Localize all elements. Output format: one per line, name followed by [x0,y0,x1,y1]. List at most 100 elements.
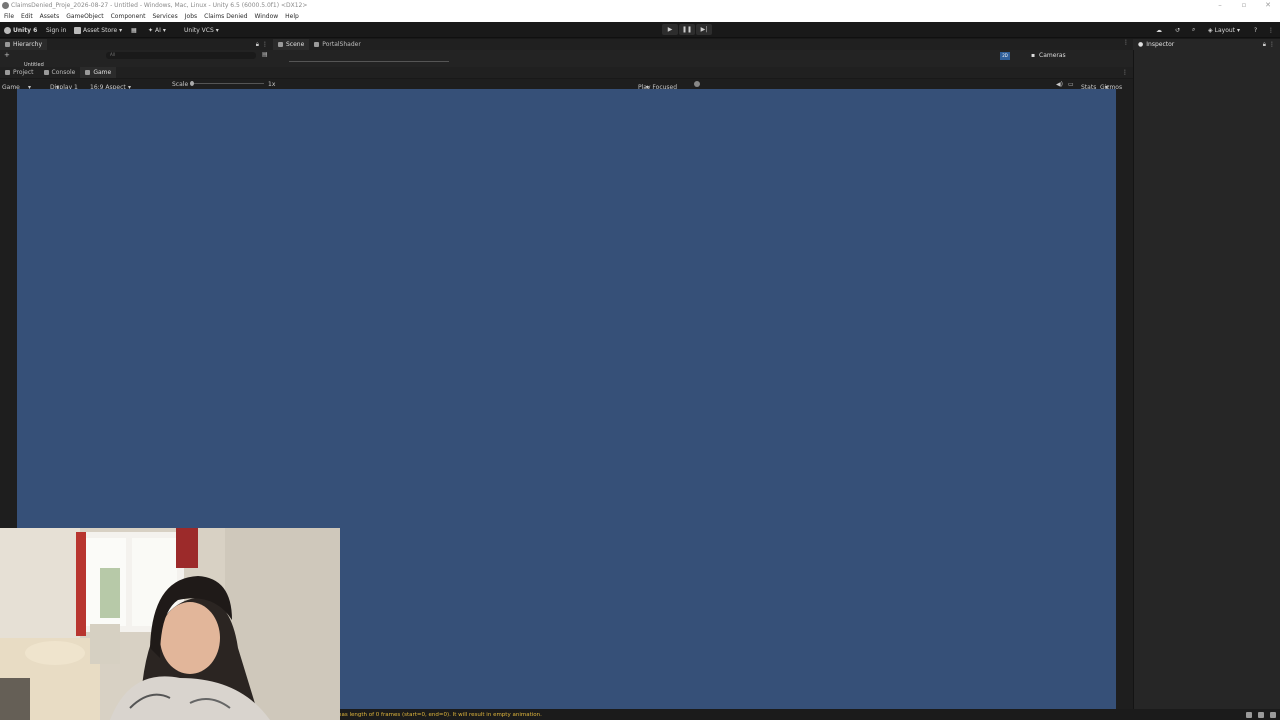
console-last-message[interactable]: has length of 0 frames (start=0, end=0).… [338,712,542,718]
status-icons [1246,711,1276,718]
add-icon[interactable]: + [4,51,10,59]
cloud-button[interactable]: ☁ [1156,25,1162,35]
play-button[interactable]: ▶ [662,24,678,35]
maximize-icon[interactable]: ▫ [1232,0,1256,11]
more-vertical-icon[interactable]: ⋮ [262,41,268,48]
hierarchy-search-input[interactable]: All [106,52,256,59]
lock-icon[interactable]: 🔒︎ [256,41,259,49]
frame-debugger-icon[interactable] [694,81,700,87]
ai-button[interactable]: ✦ AI ▾ [148,25,166,35]
tab-console[interactable]: Console [39,67,81,78]
package-button[interactable]: ▦ [131,25,137,35]
inspector-header: ● Inspector 🔒︎ ⋮ [1133,39,1280,50]
scale-slider[interactable] [190,83,264,84]
unity-account-button[interactable]: Unity 6 [4,25,37,35]
menu-file[interactable]: File [4,13,14,20]
hierarchy-header: Hierarchy 🔒︎ ⋮ [0,39,273,50]
pause-icon: ❚❚ [681,26,693,33]
more-vertical-icon[interactable]: ⋮ [1122,69,1128,76]
menu-help[interactable]: Help [285,13,299,20]
unity-vcs-button[interactable]: Unity VCS ▾ [184,25,219,35]
menu-edit[interactable]: Edit [21,13,33,20]
progress-icon[interactable] [1246,711,1252,718]
folder-icon [5,70,10,75]
layout-dropdown[interactable]: ◈ Layout ▾ [1208,25,1240,35]
settings-icon[interactable] [1258,711,1264,718]
layout-grid-icon[interactable]: ▭ [1068,81,1074,88]
unity-label: Unity 6 [13,26,38,34]
info-icon: ● [1138,41,1144,48]
tab-game[interactable]: Game [80,67,117,78]
ai-sparkle-icon: ✦ [148,26,154,34]
mute-audio-icon[interactable]: ◀︎) [1056,81,1063,88]
pause-button[interactable]: ❚❚ [679,24,695,35]
more-vertical-icon[interactable]: ⋮ [1269,41,1275,48]
cloud-icon: ☁ [1156,26,1162,34]
unity-vcs-label: Unity VCS [184,26,214,34]
bottom-tabs-header: Project Console Game ⋮ [0,67,1133,78]
gamepad-icon [85,70,91,75]
window-titlebar: ClaimsDenied_Proje_2026-08-27 - Untitled… [0,0,1280,11]
search-icon: ⌕ [1192,26,1196,33]
help-button[interactable]: ? [1254,25,1257,35]
sign-in-label: Sign in [46,26,67,34]
webcam-image [0,528,340,720]
window-controls: – ▫ ✕ [1208,0,1280,11]
tab-inspector-label: Inspector [1146,41,1175,48]
menu-gameobject[interactable]: GameObject [66,13,103,20]
tab-portal-label: PortalShader [322,41,361,48]
more-vertical-icon[interactable]: ⋮ [1123,39,1129,46]
help-icon: ? [1254,26,1258,34]
sign-in-button[interactable]: Sign in [46,25,66,35]
layers-icon: ◈ [1208,26,1213,34]
cameras-dropdown[interactable]: ▪ Cameras [1031,52,1066,59]
menu-bar: File Edit Assets GameObject Component Se… [0,11,1280,22]
menu-jobs[interactable]: Jobs [185,13,197,20]
package-icon: ▦ [131,26,137,34]
asset-store-label: Asset Store [83,26,118,34]
tab-inspector[interactable]: ● Inspector [1133,39,1180,50]
minimize-icon[interactable]: – [1208,0,1232,11]
tab-scene[interactable]: Scene [273,39,310,50]
close-icon[interactable]: ✕ [1256,0,1280,11]
shader-icon [314,42,320,47]
mode-2d-toggle[interactable]: 2D [1000,52,1010,60]
tab-scene-label: Scene [286,41,305,48]
asset-store-button[interactable]: Asset Store ▾ [74,25,122,35]
search-button[interactable]: ⌕ [1192,25,1195,35]
scene-panel[interactable]: 2D ▪ Cameras ⋮ [273,39,1133,67]
more-vertical-icon: ⋮ [1268,26,1274,34]
menu-window[interactable]: Window [255,13,279,20]
more-button[interactable]: ⋮ [1268,25,1274,35]
menu-services[interactable]: Services [152,13,177,20]
history-button[interactable]: ↺ [1175,25,1180,35]
scene-header: Scene PortalShader [273,39,1133,50]
hierarchy-panel: + All ▤ Untitled [0,50,273,68]
unity-app-icon [2,2,9,9]
menu-assets[interactable]: Assets [40,13,60,20]
scale-slider-handle[interactable] [190,81,194,86]
play-icon: ▶ [667,26,673,33]
unity-logo-icon [4,26,11,34]
tab-console-label: Console [51,69,76,76]
chevron-down-icon: ▾ [119,26,123,34]
console-icon [43,70,49,75]
tab-project[interactable]: Project [0,67,39,78]
tab-hierarchy-label: Hierarchy [13,41,43,48]
tab-project-label: Project [13,69,34,76]
step-button[interactable]: ▶| [696,24,712,35]
lock-icon[interactable]: 🔒︎ [1263,41,1266,49]
window-title: ClaimsDenied_Proje_2026-08-27 - Untitled… [11,2,308,9]
tab-portal-shader[interactable]: PortalShader [309,39,366,50]
debug-icon[interactable] [1270,711,1276,718]
filter-icon[interactable]: ▤ [262,51,268,58]
menu-component[interactable]: Component [111,13,146,20]
chevron-down-icon: ▾ [1237,26,1241,34]
webcam-overlay [0,528,340,720]
menu-claims-denied[interactable]: Claims Denied [204,13,247,20]
layout-label: Layout [1214,26,1236,34]
scene-toolbar-strip [289,61,449,62]
tab-hierarchy[interactable]: Hierarchy [0,39,48,50]
chevron-down-icon: ▾ [215,26,219,34]
tab-game-label: Game [93,69,112,76]
